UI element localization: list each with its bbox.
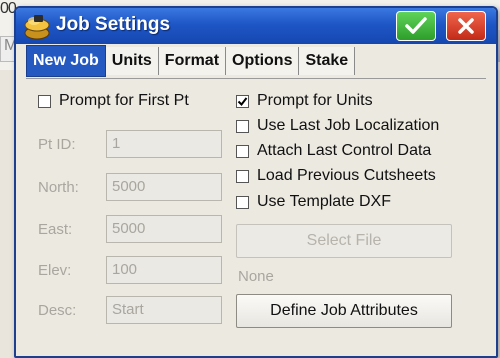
checkbox-label: Prompt for Units: [257, 92, 373, 109]
desc-field[interactable]: Start: [106, 296, 222, 324]
checkbox-label: Use Template DXF: [257, 193, 391, 210]
close-button[interactable]: [446, 11, 486, 41]
title-bar[interactable]: Job Settings: [16, 8, 496, 44]
checkbox-box: [236, 94, 249, 108]
east-label: East:: [38, 221, 73, 238]
attach-last-control-data-checkbox[interactable]: Attach Last Control Data: [236, 142, 431, 160]
load-previous-cutsheets-checkbox[interactable]: Load Previous Cutsheets: [236, 167, 436, 185]
tab-new-job[interactable]: New Job: [26, 45, 106, 77]
tab-stake[interactable]: Stake: [299, 47, 356, 75]
north-field[interactable]: 5000: [106, 173, 222, 201]
use-template-dxf-checkbox[interactable]: Use Template DXF: [236, 193, 391, 211]
template-file-name: None: [238, 268, 274, 285]
checkbox-label: Prompt for First Pt: [59, 92, 189, 109]
checkbox-box: [236, 195, 249, 209]
x-icon: [458, 18, 474, 34]
checkmark-icon: [405, 17, 427, 34]
tab-options[interactable]: Options: [226, 47, 300, 75]
elev-field[interactable]: 100: [106, 256, 222, 284]
checkbox-box: [236, 144, 249, 158]
checkbox-box: [38, 94, 51, 108]
east-field[interactable]: 5000: [106, 215, 222, 243]
north-label: North:: [38, 179, 79, 196]
select-file-button[interactable]: Select File: [236, 224, 452, 258]
checkmark-icon: [237, 96, 248, 106]
app-icon: [24, 15, 50, 40]
tab-units[interactable]: Units: [105, 47, 159, 75]
prompt-for-units-checkbox[interactable]: Prompt for Units: [236, 92, 373, 110]
tab-divider: [26, 78, 486, 79]
job-settings-dialog: Job Settings New Job Units Format Option…: [14, 6, 498, 358]
checkbox-box: [236, 119, 249, 133]
pt-id-label: Pt ID:: [38, 136, 76, 153]
prompt-first-pt-checkbox[interactable]: Prompt for First Pt: [38, 92, 189, 110]
dialog-title: Job Settings: [56, 14, 171, 35]
checkbox-label: Load Previous Cutsheets: [257, 167, 436, 184]
desc-label: Desc:: [38, 302, 77, 319]
checkbox-box: [236, 169, 249, 183]
tab-bar: New Job Units Format Options Stake: [26, 45, 356, 77]
define-job-attributes-button[interactable]: Define Job Attributes: [236, 294, 452, 328]
pt-id-field[interactable]: 1: [106, 130, 222, 158]
tab-format[interactable]: Format: [158, 47, 227, 75]
checkbox-label: Use Last Job Localization: [257, 117, 440, 134]
new-job-panel: Prompt for First Pt Pt ID: 1 North: 5000…: [16, 80, 496, 356]
checkbox-label: Attach Last Control Data: [257, 142, 432, 159]
use-last-job-localization-checkbox[interactable]: Use Last Job Localization: [236, 117, 439, 135]
ok-button[interactable]: [396, 11, 436, 41]
elev-label: Elev:: [38, 262, 72, 279]
